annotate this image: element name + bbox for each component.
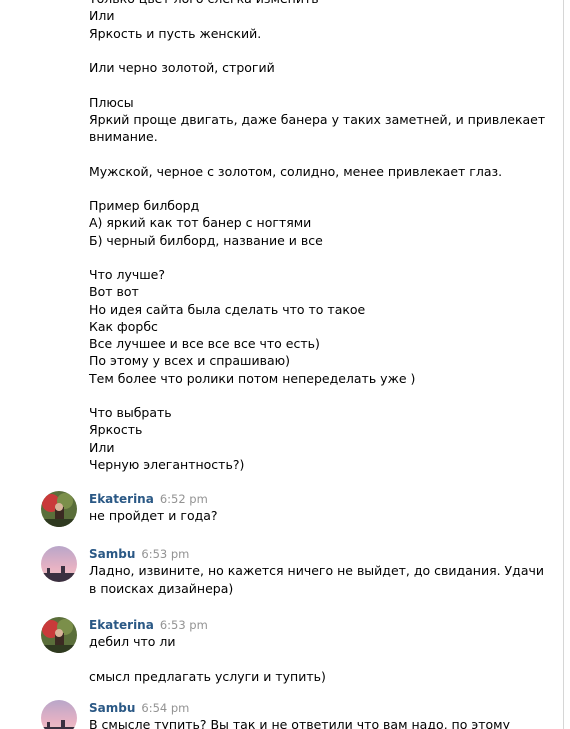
message-line [89, 180, 549, 197]
message-line: Или черно золотой, строгий [89, 60, 275, 75]
message-text: дебил что ли смысл предлагать услуги и т… [89, 633, 549, 686]
message-time[interactable]: 6:52 pm [160, 492, 208, 506]
message-line: Яркость [89, 422, 143, 438]
message-line: дебил что ли [89, 634, 176, 649]
message-line [89, 249, 549, 266]
message-line [89, 145, 549, 162]
chat-history: Только цвет лого слегка изменитьИлиЯркос… [0, 0, 562, 729]
message-line: Ладно, извините, но кажется ничего не вы… [89, 563, 544, 578]
avatar[interactable] [41, 617, 77, 653]
message-time[interactable]: 6:53 pm [160, 618, 208, 632]
author-name[interactable]: Sambu [89, 547, 135, 561]
message-line: Мужской, черное с золотом, солидно, мене… [89, 163, 503, 179]
message-line: Яркость и пусть женский. [89, 25, 262, 41]
author-name[interactable]: Sambu [89, 701, 135, 715]
avatar-ekaterina-icon [41, 617, 77, 653]
message-line: Но идея сайта была сделать что то такое [89, 301, 366, 317]
message-line: не пройдет и года? [89, 508, 218, 523]
message-text: не пройдет и года? [89, 507, 549, 525]
message-line: Все лучшее и все все все что есть) [89, 336, 320, 351]
scrollbar-track[interactable] [563, 0, 564, 729]
message-time[interactable]: 6:53 pm [141, 547, 189, 561]
message-line: в поисках дизайнера) [89, 580, 234, 596]
avatar[interactable] [41, 491, 77, 527]
message-line: Как форбс [89, 318, 158, 334]
avatar[interactable] [41, 700, 77, 729]
message-time[interactable]: 6:54 pm [141, 701, 189, 715]
message-line [89, 76, 549, 93]
message-line: Тем более что ролики потом непеределать … [89, 370, 416, 386]
message-line: По этому у всех и спрашиваю) [89, 353, 291, 369]
avatar-ekaterina-icon [41, 491, 77, 527]
author-name[interactable]: Ekaterina [89, 618, 154, 632]
previous-message-text: Только цвет лого слегка изменитьИлиЯркос… [89, 0, 549, 473]
message-line [89, 42, 549, 59]
message-line: Б) черный билборд, название и все [89, 232, 323, 248]
message-line: внимание. [89, 129, 158, 144]
message-text: Ладно, извините, но кажется ничего не вы… [89, 562, 549, 597]
message-line: Пример билборд [89, 198, 200, 213]
message-text: В смысле тупить? Вы так и не ответили чт… [89, 716, 549, 729]
message-line: Черную элегантность?) [89, 456, 245, 472]
message-line: Плюсы [89, 94, 134, 110]
avatar-sambu-icon [41, 546, 77, 582]
avatar[interactable] [41, 546, 77, 582]
message-line: Яркий проще двигать, даже банера у таких… [89, 111, 546, 127]
message-line: Или [89, 8, 115, 24]
message-line: Только цвет лого слегка изменить [89, 0, 549, 7]
message-line: Что лучше? [89, 267, 166, 282]
message-line: Что выбрать [89, 405, 172, 420]
message-line: А) яркий как тот банер с ногтями [89, 215, 312, 231]
message-line [89, 651, 549, 669]
message-line: В смысле тупить? Вы так и не ответили чт… [89, 717, 510, 729]
message-line: Вот вот [89, 284, 139, 300]
message-line: смысл предлагать услуги и тупить) [89, 669, 326, 684]
author-name[interactable]: Ekaterina [89, 492, 154, 506]
message-line [89, 387, 549, 404]
message-line: Или [89, 439, 115, 455]
avatar-sambu-icon [41, 700, 77, 729]
